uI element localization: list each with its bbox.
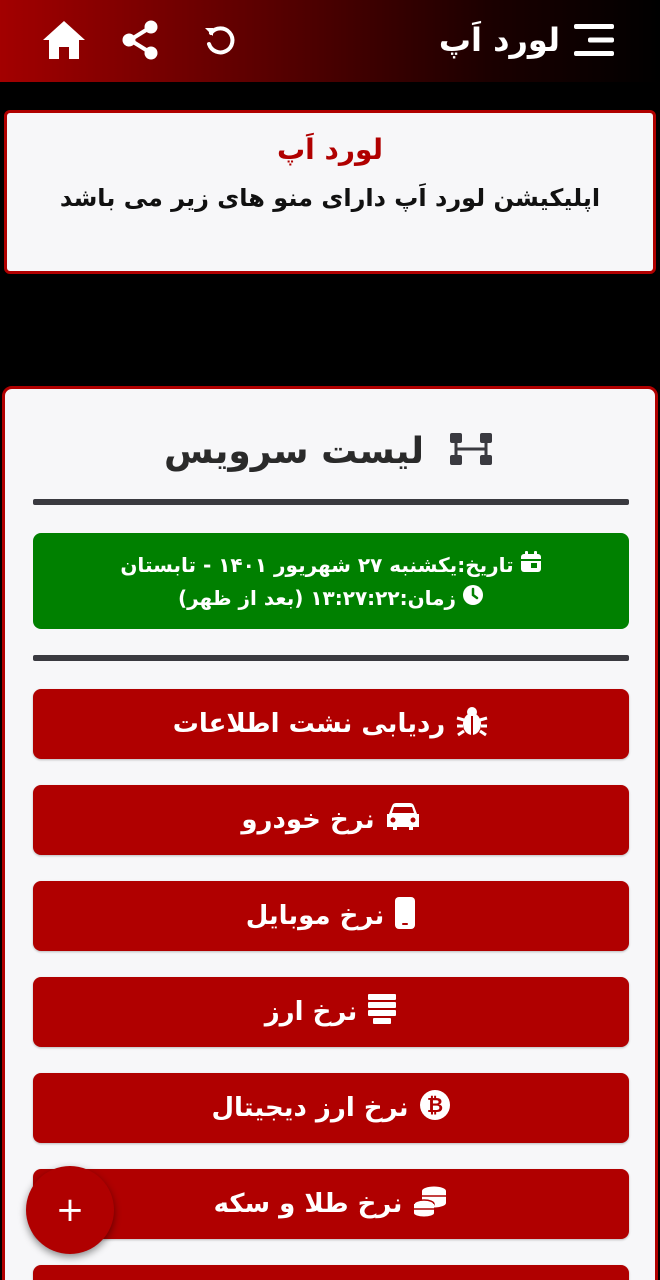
service-button-crypto[interactable]: ₿ نرخ ارز دیجیتال — [33, 1073, 629, 1143]
service-button-gold[interactable]: نرخ طلا و سکه — [33, 1169, 629, 1239]
divider — [33, 499, 629, 505]
service-button-next[interactable] — [33, 1265, 629, 1280]
service-button-mobile[interactable]: نرخ موبایل — [33, 881, 629, 951]
service-button-data-leak[interactable]: ردیابی نشت اطلاعات — [33, 689, 629, 759]
money-icon — [367, 993, 397, 1032]
date-row: تاریخ:یکشنبه ۲۷ شهریور ۱۴۰۱ - تابستان — [120, 551, 541, 578]
bitcoin-icon: ₿ — [419, 1089, 451, 1128]
service-label: نرخ موبایل — [245, 901, 385, 931]
home-icon[interactable] — [38, 14, 90, 66]
share-icon[interactable] — [114, 14, 166, 66]
calendar-icon — [520, 551, 542, 578]
time-row: زمان:۱۳:۲۷:۲۲ (بعد از ظهر) — [178, 584, 484, 611]
app-title: لورد اَپ — [438, 21, 560, 59]
service-button-currency[interactable]: نرخ ارز — [33, 977, 629, 1047]
mobile-icon — [394, 896, 416, 937]
refresh-icon[interactable] — [194, 14, 246, 66]
divider — [33, 655, 629, 661]
plus-icon: + — [55, 1190, 85, 1230]
add-fab-button[interactable]: + — [26, 1166, 114, 1254]
svg-text:₿: ₿ — [426, 1093, 442, 1117]
service-list-title: لیست سرویس — [163, 430, 425, 472]
service-label: نرخ خودرو — [241, 805, 375, 835]
time-text: زمان:۱۳:۲۷:۲۲ (بعد از ظهر) — [177, 585, 457, 610]
info-description: اپلیکیشن لورد اَپ دارای منو های زیر می ب… — [59, 184, 601, 212]
info-title: لورد اَپ — [276, 133, 384, 166]
car-icon — [385, 802, 421, 839]
info-card: لورد اَپ اپلیکیشن لورد اَپ دارای منو های… — [4, 110, 656, 274]
date-time-box: تاریخ:یکشنبه ۲۷ شهریور ۱۴۰۱ - تابستان زم… — [33, 533, 629, 629]
app-bar: لورد اَپ — [0, 0, 660, 82]
service-label: نرخ طلا و سکه — [213, 1189, 403, 1219]
menu-icon[interactable] — [566, 14, 622, 66]
service-label: نرخ ارز دیجیتال — [211, 1093, 409, 1123]
bug-icon — [455, 704, 489, 745]
coins-icon — [412, 1185, 448, 1224]
service-button-car[interactable]: نرخ خودرو — [33, 785, 629, 855]
service-list-card: لیست سرویس تاریخ:یکشنبه ۲۷ شهریور ۱۴۰۱ -… — [2, 386, 658, 1280]
app-screen: لورد اَپ لورد اَپ اپلیکیشن لورد اَپ دارا… — [0, 0, 660, 1280]
service-label: ردیابی نشت اطلاعات — [172, 709, 446, 739]
service-header: لیست سرویس — [5, 423, 655, 479]
sitemap-icon — [446, 429, 496, 473]
service-label: نرخ ارز — [264, 997, 358, 1027]
date-text: تاریخ:یکشنبه ۲۷ شهریور ۱۴۰۱ - تابستان — [120, 552, 514, 577]
clock-icon — [462, 584, 484, 611]
